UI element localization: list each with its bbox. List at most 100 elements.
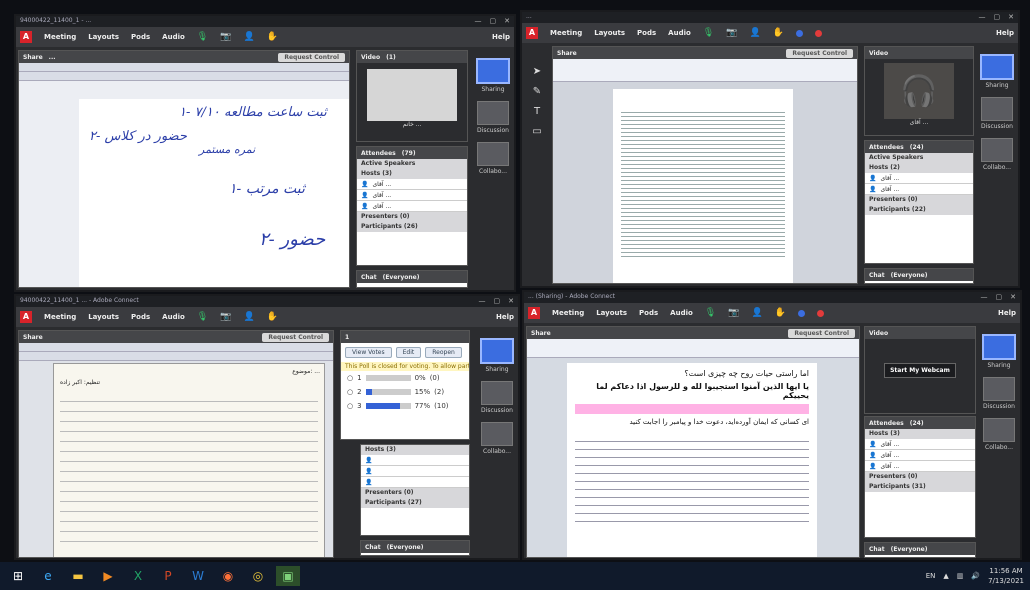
volume-icon[interactable]: 🔊	[971, 572, 980, 580]
file-explorer-icon[interactable]: ▬	[66, 566, 90, 586]
powerpoint-icon[interactable]: P	[156, 566, 180, 586]
pointer-icon[interactable]: ➤	[528, 62, 546, 82]
participants-group[interactable]: Participants (31)	[865, 482, 975, 492]
window-controls[interactable]: — ▢ ✕	[971, 13, 1015, 21]
excel-icon[interactable]: X	[126, 566, 150, 586]
rectangle-tool-icon[interactable]: ▭	[528, 122, 546, 142]
raise-hand-icon[interactable]: ✋	[267, 32, 278, 42]
menu-help[interactable]: Help	[996, 29, 1014, 37]
layout-discussion[interactable]	[481, 381, 513, 405]
microphone-icon[interactable]: 🎙	[703, 28, 714, 38]
clock[interactable]: 11:56 AM 7/13/2021	[988, 566, 1024, 586]
layout-collaboration[interactable]	[983, 418, 1015, 442]
menu-meeting[interactable]: Meeting	[550, 29, 582, 37]
presenters-group[interactable]: Presenters (0)	[357, 212, 467, 222]
layout-discussion[interactable]	[981, 97, 1013, 121]
list-item[interactable]: 👤 آقای ...	[865, 450, 975, 461]
presenters-group[interactable]: Presenters (0)	[865, 472, 975, 482]
menu-help[interactable]: Help	[998, 309, 1016, 317]
participants-group[interactable]: Participants (27)	[361, 498, 469, 508]
layout-sharing[interactable]	[982, 334, 1016, 360]
hosts-group[interactable]: Hosts (3)	[361, 445, 469, 455]
active-speakers[interactable]: Active Speakers	[865, 153, 973, 163]
presenters-group[interactable]: Presenters (0)	[361, 488, 469, 498]
webcam-icon[interactable]: 📷	[220, 312, 231, 322]
menu-audio[interactable]: Audio	[162, 313, 185, 321]
request-control-button[interactable]: Request Control	[788, 328, 855, 338]
microphone-icon[interactable]: 🎙	[197, 32, 208, 42]
request-control-button[interactable]: Request Control	[278, 52, 345, 62]
webcam-icon[interactable]: 📷	[220, 32, 231, 42]
media-player-icon[interactable]: ▶	[96, 566, 120, 586]
raise-hand-icon[interactable]: ✋	[775, 308, 786, 318]
poll-radio-icon[interactable]: ○	[347, 374, 353, 382]
menu-help[interactable]: Help	[492, 33, 510, 41]
status-icon[interactable]: 👤	[243, 312, 254, 322]
list-item[interactable]: 👤	[361, 455, 469, 466]
edit-button[interactable]: Edit	[395, 347, 422, 358]
hosts-group[interactable]: Hosts (2)	[865, 163, 973, 173]
layout-discussion[interactable]	[983, 377, 1015, 401]
network-icon[interactable]: ▥	[957, 572, 964, 580]
menu-meeting[interactable]: Meeting	[552, 309, 584, 317]
internet-explorer-icon[interactable]: e	[36, 566, 60, 586]
menu-meeting[interactable]: Meeting	[44, 33, 76, 41]
menu-audio[interactable]: Audio	[668, 29, 691, 37]
menu-audio[interactable]: Audio	[162, 33, 185, 41]
word-icon[interactable]: W	[186, 566, 210, 586]
window-controls[interactable]: — ▢ ✕	[467, 17, 511, 25]
menu-pods[interactable]: Pods	[131, 33, 150, 41]
firefox-icon[interactable]: ◉	[216, 566, 240, 586]
tray-arrow-icon[interactable]: ▲	[943, 572, 948, 580]
menu-audio[interactable]: Audio	[670, 309, 693, 317]
layout-collaboration[interactable]	[481, 422, 513, 446]
reopen-button[interactable]: Reopen	[425, 347, 462, 358]
layout-sharing[interactable]	[476, 58, 510, 84]
webcam-icon[interactable]: 📷	[728, 308, 739, 318]
menu-pods[interactable]: Pods	[131, 313, 150, 321]
list-item[interactable]: 👤 آقای ...	[865, 184, 973, 195]
layout-sharing[interactable]	[980, 54, 1014, 80]
list-item[interactable]: 👤 آقای ...	[865, 439, 975, 450]
menu-layouts[interactable]: Layouts	[88, 33, 119, 41]
webcam-icon[interactable]: 📷	[726, 28, 737, 38]
hosts-group[interactable]: Hosts (3)	[357, 169, 467, 179]
raise-hand-icon[interactable]: ✋	[267, 312, 278, 322]
language-indicator[interactable]: EN	[926, 572, 936, 580]
request-control-button[interactable]: Request Control	[786, 48, 853, 58]
record-icon[interactable]	[816, 309, 824, 317]
status-icon[interactable]: 👤	[243, 32, 254, 42]
layout-discussion[interactable]	[477, 101, 509, 125]
request-control-button[interactable]: Request Control	[262, 332, 329, 342]
chrome-icon[interactable]: ◎	[246, 566, 270, 586]
menu-pods[interactable]: Pods	[639, 309, 658, 317]
window-controls[interactable]: — ▢ ✕	[471, 297, 515, 305]
list-item[interactable]: 👤	[361, 466, 469, 477]
menu-pods[interactable]: Pods	[637, 29, 656, 37]
presenters-group[interactable]: Presenters (0)	[865, 195, 973, 205]
view-votes-button[interactable]: View Votes	[345, 347, 392, 358]
layout-sharing[interactable]	[480, 338, 514, 364]
menu-meeting[interactable]: Meeting	[44, 313, 76, 321]
raise-hand-icon[interactable]: ✋	[773, 28, 784, 38]
active-speakers[interactable]: Active Speakers	[357, 159, 467, 169]
menu-layouts[interactable]: Layouts	[88, 313, 119, 321]
participants-group[interactable]: Participants (22)	[865, 205, 973, 215]
menu-layouts[interactable]: Layouts	[594, 29, 625, 37]
start-webcam-button[interactable]: Start My Webcam	[884, 363, 956, 378]
poll-radio-icon[interactable]: ○	[347, 388, 353, 396]
poll-radio-icon[interactable]: ○	[347, 402, 353, 410]
menu-layouts[interactable]: Layouts	[596, 309, 627, 317]
connect-app-icon[interactable]: ▣	[276, 566, 300, 586]
text-tool-icon[interactable]: T	[528, 102, 546, 122]
participants-group[interactable]: Participants (26)	[357, 222, 467, 232]
microphone-icon[interactable]: 🎙	[705, 308, 716, 318]
marker-icon[interactable]: ✎	[528, 82, 546, 102]
list-item[interactable]: 👤	[361, 477, 469, 488]
microphone-icon[interactable]: 🎙	[197, 312, 208, 322]
layout-collaboration[interactable]	[477, 142, 509, 166]
list-item[interactable]: 👤 آقای ...	[357, 190, 467, 201]
hosts-group[interactable]: Hosts (3)	[865, 429, 975, 439]
start-button-icon[interactable]: ⊞	[6, 566, 30, 586]
window-controls[interactable]: — ▢ ✕	[973, 293, 1017, 301]
